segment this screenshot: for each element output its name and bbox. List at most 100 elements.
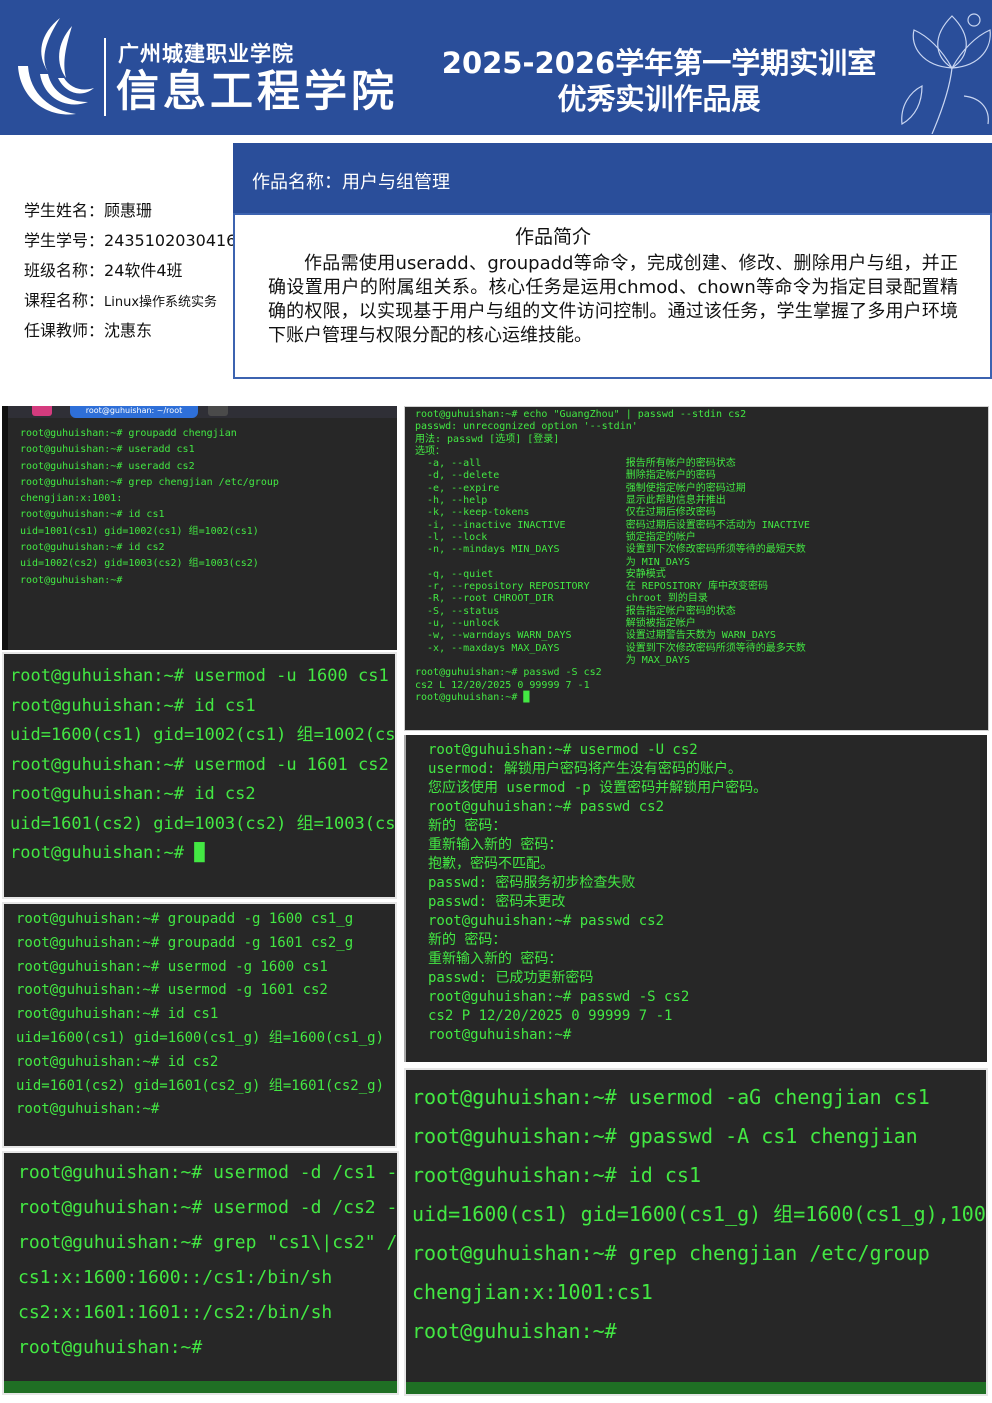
terminal-line: root@guhuishan:~# usermod -d /cs2 -m cs2: [18, 1197, 398, 1218]
terminal-line: root@guhuishan:~# grep "cs1\|cs2" /etc/p…: [18, 1232, 398, 1253]
student-name-value: 顾惠珊: [104, 201, 153, 220]
event-title-line2: 优秀实训作品展: [557, 82, 761, 116]
college-logo-icon: [18, 18, 94, 115]
terminal-output: root@guhuishan:~# groupadd -g 1600 cs1_g…: [16, 908, 395, 1146]
course-name-row: 课程名称：Linux操作系统实务: [24, 287, 217, 311]
header-banner: 广州城建职业学院 信息工程学院 2025-2026学年第一学期实训室 优秀实训作…: [0, 0, 992, 135]
terminal-line: -q, --quiet 安静模式: [415, 568, 666, 580]
terminal-line: root@guhuishan:~#: [16, 1101, 160, 1118]
terminal-line: root@guhuishan:~# usermod -U cs2: [428, 742, 698, 758]
terminal-line: root@guhuishan:~# echo "GuangZhou" | pas…: [415, 409, 747, 420]
logo-divider: [104, 38, 106, 116]
terminal-line: root@guhuishan:~# id cs1: [10, 695, 256, 716]
terminal-line: uid=1601(cs2) gid=1601(cs2_g) 组=1601(cs2…: [16, 1077, 385, 1094]
terminal-line: root@guhuishan:~# passwd cs2: [428, 913, 665, 929]
terminal-line: passwd: 密码未更改: [428, 894, 566, 910]
terminal-line: root@guhuishan:~# usermod -g 1600 cs1: [16, 958, 328, 975]
terminal-line: cs2 L 12/20/2025 0 99999 7 -1: [415, 679, 590, 691]
college-name: 信息工程学院: [116, 67, 398, 117]
teacher-value: 沈惠东: [104, 321, 153, 340]
terminal-line: root@guhuishan:~# usermod -u 1601 cs2: [10, 754, 389, 775]
terminal-line: root@guhuishan:~# useradd cs1: [20, 444, 195, 456]
school-name: 广州城建职业学院: [118, 42, 294, 66]
terminal-line: root@guhuishan:~# usermod -u 1600 cs1: [10, 666, 389, 686]
student-id-value: 2435102030416: [104, 231, 237, 250]
terminal-line: cs2 P 12/20/2025 0 99999 7 -1: [428, 1008, 673, 1024]
terminal-line: root@guhuishan:~# id cs1: [412, 1163, 701, 1187]
terminal-output: root@guhuishan:~# usermod -aG chengjian …: [412, 1078, 986, 1394]
terminal-line: uid=1600(cs1) gid=1600(cs1_g) 组=1600(cs1…: [412, 1202, 986, 1226]
terminal-line: -a, --all 报告所有帐户的密码状态: [415, 458, 736, 470]
intro-heading: 作品简介: [514, 226, 591, 248]
terminal-line: -R, --root CHROOT_DIR chroot 到的目录: [415, 593, 708, 605]
terminal-line: root@guhuishan:~# useradd cs2: [20, 460, 195, 472]
teacher-row: 任课教师：沈惠东: [24, 317, 152, 341]
terminal-line: root@guhuishan:~# passwd -S cs2: [415, 667, 602, 679]
terminal-line: root@guhuishan:~# passwd -S cs2: [428, 989, 690, 1005]
terminal-line: root@guhuishan:~# gpasswd -A cs1 chengji…: [412, 1124, 918, 1148]
terminal-line: uid=1002(cs2) gid=1003(cs2) 组=1003(cs2): [20, 558, 259, 570]
terminal-line: root@guhuishan:~# groupadd -g 1601 cs2_g: [16, 934, 354, 951]
class-name-label: 班级名称：: [24, 261, 105, 280]
terminal-line: root@guhuishan:~#: [428, 1027, 572, 1043]
terminal-line: usermod: 解锁用户密码将产生没有密码的账户。: [428, 761, 742, 777]
terminal-line: root@guhuishan:~# █: [10, 843, 205, 863]
terminal-line: uid=1001(cs1) gid=1002(cs1) 组=1002(cs1): [20, 525, 259, 537]
teacher-label: 任课教师：: [24, 321, 105, 340]
class-name-row: 班级名称：24软件4班: [24, 257, 183, 281]
terminal-line: -i, --inactive INACTIVE 密码过期后设置密码不活动为 IN…: [415, 519, 810, 531]
terminal-line: -h, --help 显示此帮助信息并推出: [415, 495, 726, 507]
terminal-line: -S, --status 报告指定帐户密码的状态: [415, 605, 736, 617]
terminal-line: uid=1601(cs2) gid=1003(cs2) 组=1003(cs2): [10, 813, 397, 834]
terminal-line: root@guhuishan:~# id cs2: [10, 784, 256, 804]
terminal-screenshot-passwd-help: root@guhuishan:~# echo "GuangZhou" | pas…: [404, 406, 989, 731]
terminal-bottom-strip: [4, 1381, 397, 1393]
student-name-label: 学生姓名：: [24, 201, 105, 220]
terminal-screenshot-usermod-uid: root@guhuishan:~# usermod -u 1600 cs1 ro…: [2, 652, 397, 899]
terminal-line: root@guhuishan:~# passwd cs2: [428, 799, 665, 815]
terminal-line: -u, --unlock 解锁被指定帐户: [415, 618, 696, 630]
terminal-line: root@guhuishan:~#: [20, 574, 123, 586]
terminal-line: root@guhuishan:~# groupadd chengjian: [20, 428, 237, 439]
terminal-line: passwd: unrecognized option '--stdin': [415, 421, 638, 433]
terminal-line: -x, --maxdays MAX_DAYS 设置到下次修改密码所须等待的最多天…: [415, 642, 806, 654]
terminal-line: root@guhuishan:~# id cs1: [20, 509, 165, 521]
terminal-line: 抱歉，密码不匹配。: [428, 856, 554, 872]
terminal-screenshot-groupadd: root@guhuishan: ~/root root@guhuishan:~#…: [2, 406, 397, 650]
class-name-value: 24软件4班: [104, 261, 183, 280]
terminal-line: -n, --mindays MIN_DAYS 设置到下次修改密码所须等待的最短天…: [415, 544, 806, 556]
terminal-line: 为 MAX_DAYS: [415, 654, 690, 666]
new-tab-icon: [208, 406, 228, 416]
terminal-output: root@guhuishan:~# groupadd chengjian roo…: [20, 426, 397, 650]
terminal-line: 新的 密码：: [428, 818, 507, 834]
terminal-output: root@guhuishan:~# usermod -U cs2 usermod…: [428, 741, 987, 1062]
terminal-line: cs1:x:1600:1600::/cs1:/bin/sh: [18, 1267, 333, 1288]
terminal-screenshot-groupadd-gid: root@guhuishan:~# groupadd -g 1600 cs1_g…: [2, 902, 397, 1148]
terminal-line: root@guhuishan:~# usermod -d /cs1 -m cs1: [18, 1162, 398, 1183]
terminal-line: -d, --delete 删除指定帐户的密码: [415, 470, 716, 482]
course-name-value: Linux操作系统实务: [104, 295, 218, 310]
terminal-line: -e, --expire 强制使指定帐户的密码过期: [415, 482, 746, 494]
terminal-line: -l, --lock 锁定指定的帐户: [415, 531, 696, 543]
work-title: 作品名称：用户与组管理: [252, 172, 450, 193]
lotus-decoration-icon: [901, 13, 991, 134]
student-id-row: 学生学号：2435102030416: [24, 227, 236, 251]
terminal-line: cs2:x:1601:1601::/cs2:/bin/sh: [18, 1302, 333, 1323]
terminal-line: 选项：: [415, 445, 445, 457]
terminal-line: root@guhuishan:~# id cs2: [16, 1053, 219, 1070]
intro-text: 作品需使用useradd、groupadd等命令，完成创建、修改、删除用户与组，…: [268, 253, 958, 346]
terminal-line: -r, --repository REPOSITORY 在 REPOSITORY…: [415, 581, 768, 593]
terminal-line: uid=1600(cs1) gid=1002(cs1) 组=1002(cs1): [10, 725, 397, 745]
terminal-tab: root@guhuishan: ~/root: [70, 406, 198, 418]
terminal-output: root@guhuishan:~# usermod -d /cs1 -m cs1…: [18, 1155, 397, 1393]
terminal-line: root@guhuishan:~#: [412, 1319, 617, 1343]
terminal-line: 重新输入新的 密码：: [428, 837, 563, 853]
terminal-line: 新的 密码：: [428, 932, 507, 948]
course-name-label: 课程名称：: [24, 291, 105, 310]
terminal-bottom-strip: [406, 1382, 986, 1394]
terminal-line: passwd: 密码服务初步检查失败: [428, 875, 636, 891]
terminal-screenshot-supplementary-group: root@guhuishan:~# usermod -aG chengjian …: [404, 1068, 988, 1396]
student-id-label: 学生学号：: [24, 231, 105, 250]
terminal-line: -w, --warndays WARN_DAYS 设置过期警告天数为 WARN_…: [415, 630, 776, 642]
terminal-line: root@guhuishan:~# grep chengjian /etc/gr…: [20, 476, 279, 488]
